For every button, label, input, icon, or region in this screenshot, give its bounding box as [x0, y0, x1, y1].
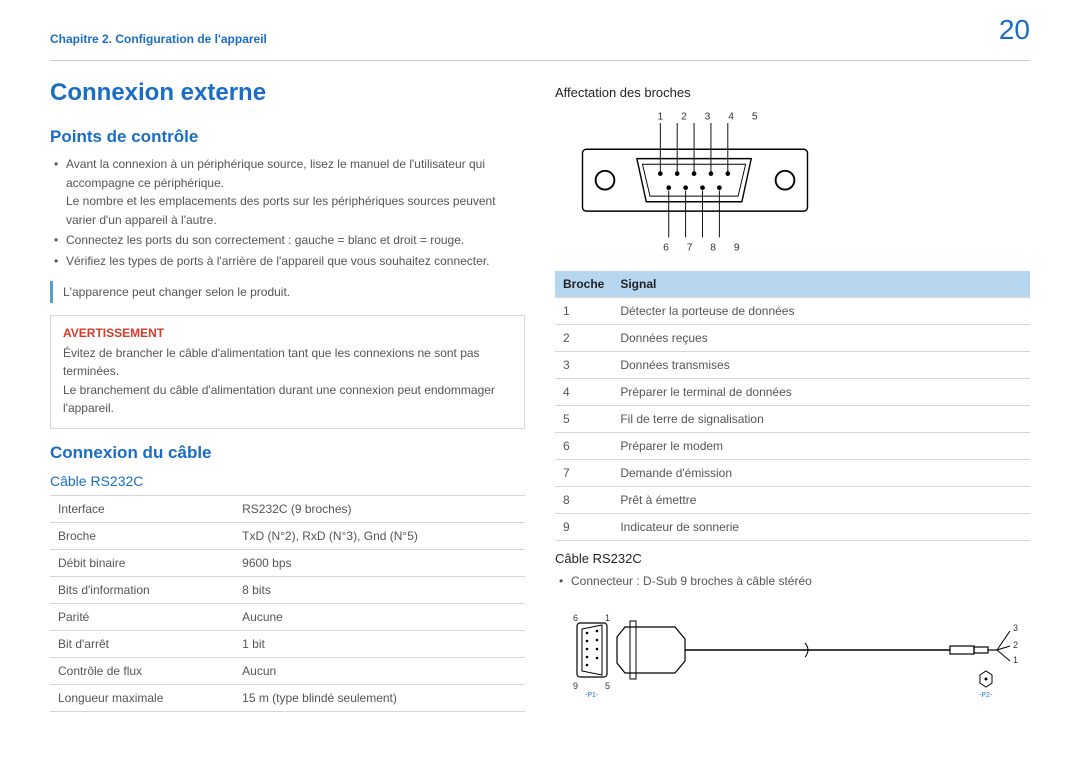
section-cable: Connexion du câble — [50, 443, 525, 463]
table-row: 1Détecter la porteuse de données — [555, 298, 1030, 325]
warning-box: AVERTISSEMENT Évitez de brancher le câbl… — [50, 315, 525, 429]
table-row: Bits d'information8 bits — [50, 576, 525, 603]
table-row: 3Données transmises — [555, 352, 1030, 379]
main-heading: Connexion externe — [50, 79, 525, 107]
page-number: 20 — [999, 14, 1030, 46]
table-row: BrocheTxD (N°2), RxD (N°3), Gnd (N°5) — [50, 522, 525, 549]
table-row: 4Préparer le terminal de données — [555, 379, 1030, 406]
table-row: Débit binaire9600 bps — [50, 549, 525, 576]
warning-heading: AVERTISSEMENT — [63, 326, 512, 340]
list-item: Vérifiez les types de ports à l'arrière … — [54, 252, 525, 271]
sub-cable-rs232c-2: Câble RS232C — [555, 551, 1030, 566]
svg-text:5: 5 — [605, 681, 610, 691]
heading-pin-assignment: Affectation des broches — [555, 85, 1030, 100]
svg-text:1: 1 — [605, 613, 610, 623]
table-row: 5Fil de terre de signalisation — [555, 406, 1030, 433]
spec-table: InterfaceRS232C (9 broches) BrocheTxD (N… — [50, 495, 525, 712]
table-row: Bit d'arrêt1 bit — [50, 630, 525, 657]
chapter-label: Chapitre 2. Configuration de l'appareil — [50, 32, 267, 46]
list-item: Connecteur : D-Sub 9 broches à câble sté… — [559, 572, 1030, 591]
table-row: Contrôle de fluxAucun — [50, 657, 525, 684]
checkpoints-list: Avant la connexion à un périphérique sou… — [50, 155, 525, 271]
svg-text:-P2-: -P2- — [979, 692, 993, 699]
svg-text:6: 6 — [573, 613, 578, 623]
warning-body: Évitez de brancher le câble d'alimentati… — [63, 344, 512, 418]
left-column: Connexion externe Points de contrôle Ava… — [50, 79, 525, 714]
list-item: Connectez les ports du son correctement … — [54, 231, 525, 250]
table-row: 8Prêt à émettre — [555, 487, 1030, 514]
svg-text:9: 9 — [573, 681, 578, 691]
pin-table: Broche Signal 1Détecter la porteuse de d… — [555, 271, 1030, 541]
db9-pin-diagram: 1 2 3 4 5 — [555, 108, 1030, 261]
pin-numbers-bottom: 6 7 8 9 — [663, 243, 747, 254]
table-row: Longueur maximale15 m (type blindé seule… — [50, 684, 525, 711]
table-row: 7Demande d'émission — [555, 460, 1030, 487]
appearance-note: L'apparence peut changer selon le produi… — [50, 281, 525, 303]
table-row: 9Indicateur de sonnerie — [555, 514, 1030, 541]
table-row: 2Données reçues — [555, 325, 1030, 352]
sub-cable-rs232c: Câble RS232C — [50, 473, 525, 489]
svg-text:1: 1 — [1013, 655, 1018, 665]
svg-text:3: 3 — [1013, 623, 1018, 633]
svg-text:2: 2 — [1013, 640, 1018, 650]
table-header-row: Broche Signal — [555, 271, 1030, 298]
right-column: Affectation des broches 1 2 3 4 5 — [555, 79, 1030, 714]
header-divider — [50, 60, 1030, 61]
svg-text:-P1-: -P1- — [585, 692, 599, 699]
connector-list: Connecteur : D-Sub 9 broches à câble sté… — [555, 572, 1030, 591]
table-row: 6Préparer le modem — [555, 433, 1030, 460]
table-row: ParitéAucune — [50, 603, 525, 630]
cable-diagram: 6 1 9 5 -P1- — [555, 601, 1030, 704]
pin-numbers-top: 1 2 3 4 5 — [658, 111, 766, 122]
section-checkpoints: Points de contrôle — [50, 127, 525, 147]
table-row: InterfaceRS232C (9 broches) — [50, 495, 525, 522]
list-item: Avant la connexion à un périphérique sou… — [54, 155, 525, 229]
